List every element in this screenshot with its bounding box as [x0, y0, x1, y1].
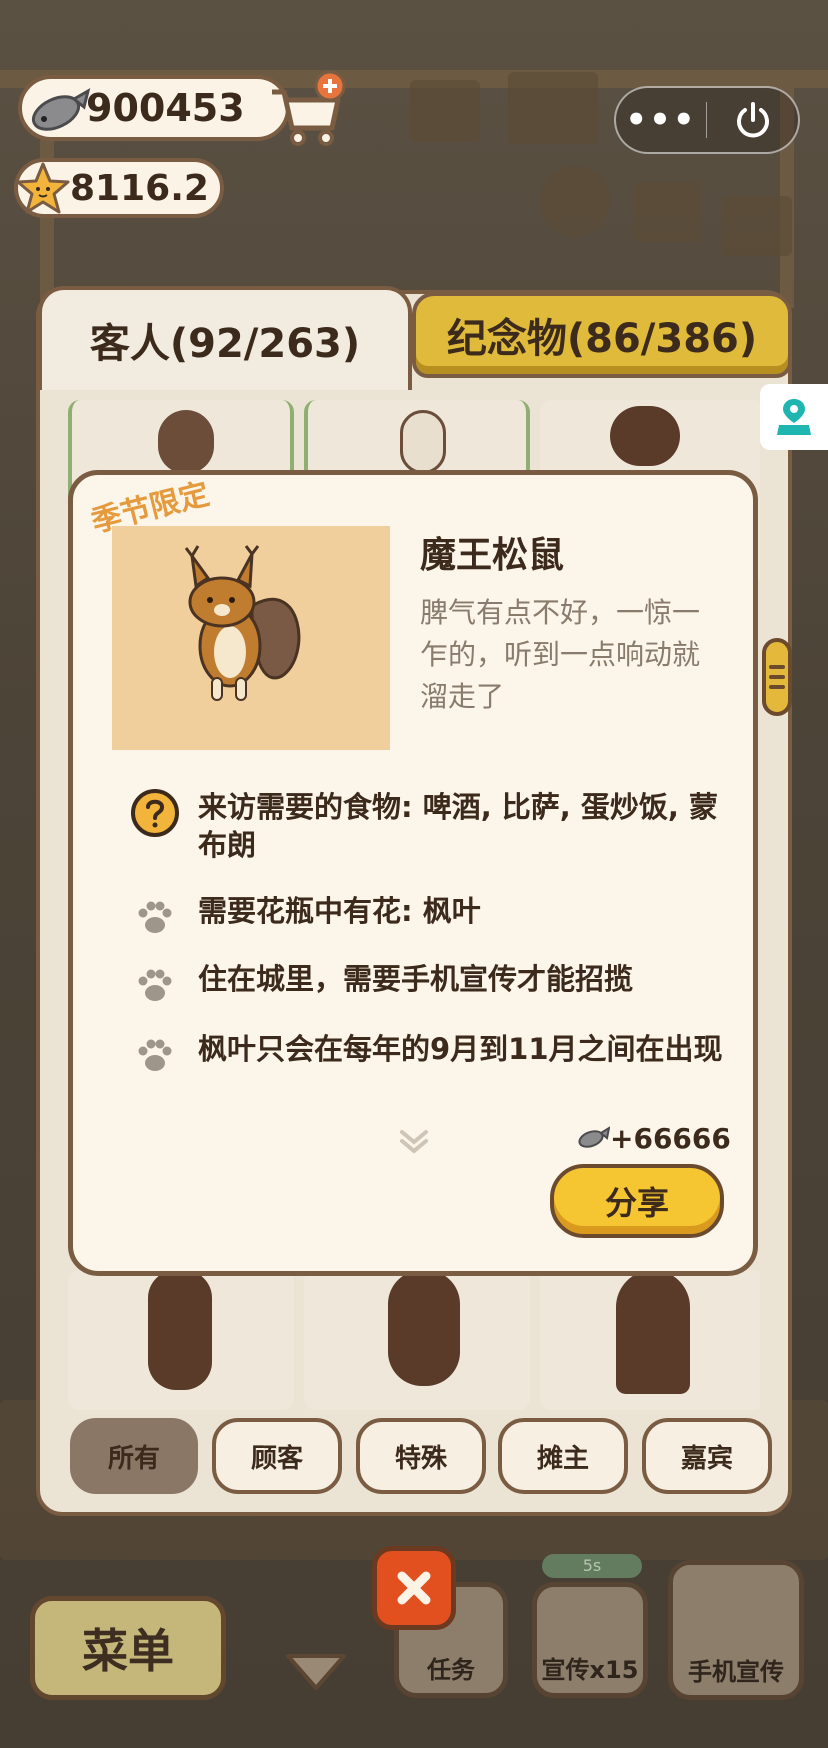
location-pin-icon [777, 399, 811, 435]
tasks-label: 任务 [427, 1656, 475, 1684]
requirement-row: 需要花瓶中有花: 枫叶 [130, 892, 738, 942]
more-options-icon[interactable]: ••• [616, 103, 706, 137]
phone-promo-label: 手机宣传 [688, 1658, 784, 1686]
filter-special[interactable]: 特殊 [356, 1418, 486, 1494]
fish-icon [31, 87, 91, 131]
star-icon [16, 162, 70, 214]
promo-button[interactable]: 宣传x15 [532, 1582, 648, 1698]
guest-cell[interactable] [68, 1270, 294, 1410]
requirement-text: 枫叶只会在每年的9月到11月之间在出现 [198, 1032, 723, 1066]
fish-count: 900453 [86, 86, 245, 130]
fish-icon [578, 1125, 610, 1148]
paw-icon [130, 960, 180, 1010]
filter-guests[interactable]: 嘉宾 [642, 1418, 772, 1494]
question-icon [130, 788, 180, 838]
guest-portrait [112, 526, 390, 750]
reward-amount: +66666 [576, 1122, 731, 1155]
menu-button[interactable]: 菜单 [30, 1596, 226, 1700]
paw-icon [130, 1030, 180, 1080]
requirement-row: 枫叶只会在每年的9月到11月之间在出现 [130, 1030, 738, 1080]
tab-souvenirs[interactable]: 纪念物(86/386) [412, 292, 792, 378]
filter-vendors[interactable]: 摊主 [498, 1418, 628, 1494]
requirement-row: 住在城里，需要手机宣传才能招揽 [130, 960, 738, 1010]
guest-description: 脾气有点不好，一惊一乍的，听到一点响动就溜走了 [420, 596, 701, 713]
phone-promo-button[interactable]: 手机宣传 [668, 1560, 804, 1700]
power-icon[interactable] [707, 100, 798, 140]
side-float-widget[interactable] [760, 384, 828, 450]
guest-name: 魔王松鼠 [420, 535, 565, 576]
scroll-handle[interactable] [762, 638, 792, 716]
promo-label: 宣传x15 [541, 1656, 639, 1684]
guest-cell[interactable] [304, 1270, 530, 1410]
paw-icon [130, 892, 180, 942]
filter-customers[interactable]: 顾客 [212, 1418, 342, 1494]
requirement-text: 住在城里，需要手机宣传才能招揽 [198, 962, 634, 996]
star-currency-bar: 8116.2 [14, 158, 224, 218]
requirement-text: 来访需要的食物: 啤酒, 比萨, 蛋炒饭, 蒙布朗 [198, 790, 719, 862]
triangle-down-icon[interactable] [282, 1650, 350, 1694]
close-button[interactable] [372, 1546, 456, 1630]
filter-all[interactable]: 所有 [70, 1418, 198, 1494]
shop-cart-button[interactable] [266, 70, 350, 150]
requirement-text: 需要花瓶中有花: 枫叶 [198, 894, 481, 928]
squirrel-illustration [184, 545, 301, 701]
promo-timer: 5s [542, 1554, 642, 1578]
tab-guests[interactable]: 客人(92/263) [38, 286, 412, 390]
requirement-row: 来访需要的食物: 啤酒, 比萨, 蛋炒饭, 蒙布朗 [130, 788, 738, 864]
star-count: 8116.2 [70, 167, 209, 209]
guest-cell[interactable] [540, 1270, 760, 1410]
chevron-down-icon[interactable] [396, 1128, 432, 1156]
miniprogram-capsule: ••• [614, 86, 800, 154]
reward-text: +66666 [610, 1122, 731, 1155]
close-icon [397, 1571, 431, 1605]
share-button[interactable]: 分享 [550, 1164, 724, 1238]
fish-currency-bar: 900453 [18, 75, 290, 141]
